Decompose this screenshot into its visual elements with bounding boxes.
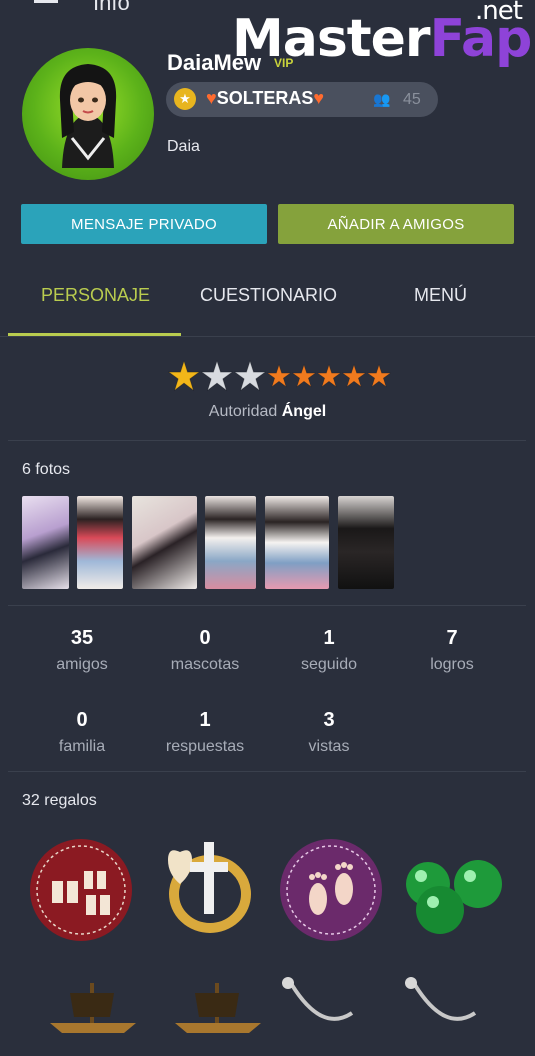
profile-status: Daia	[167, 138, 200, 155]
avatar-character-icon	[59, 64, 117, 168]
vip-badge: VIP	[274, 56, 294, 70]
watermark-master: Master	[232, 9, 431, 69]
authority-value: Ángel	[281, 403, 327, 420]
star-orange-icon	[317, 364, 341, 388]
gift-box-icon[interactable]	[28, 837, 134, 943]
authority-stars	[168, 360, 392, 392]
ship-icon[interactable]	[40, 950, 146, 1056]
photo-thumbnail[interactable]	[77, 496, 123, 589]
star-orange-icon	[267, 364, 291, 388]
private-message-button[interactable]: MENSAJE PRIVADO	[21, 204, 267, 244]
star-orange-icon	[367, 364, 391, 388]
stat-label: mascotas	[170, 656, 240, 673]
club-name-wrapper: ♥SOLTERAS♥	[206, 88, 324, 109]
stat-label: respuestas	[165, 738, 245, 755]
stat-value: 7	[446, 627, 458, 649]
star-silver-icon	[201, 360, 233, 392]
stat-seguido[interactable]: 1 seguido	[269, 627, 389, 674]
star-orange-icon	[342, 364, 366, 388]
stat-value: 0	[76, 709, 88, 731]
star-silver-icon	[234, 360, 266, 392]
photo-thumbnail[interactable]	[205, 496, 256, 589]
club-badge[interactable]: ★ ♥SOLTERAS♥ 👥 45	[166, 82, 438, 117]
star-orange-icon	[292, 364, 316, 388]
watermark-net: .net	[475, 0, 523, 26]
photos-label[interactable]: 6 fotos	[22, 461, 70, 479]
divider	[8, 440, 526, 442]
club-members-count: 45	[403, 91, 421, 108]
photo-thumbnail[interactable]	[338, 496, 394, 589]
club-name: SOLTERAS	[216, 88, 314, 108]
authority-label: Autoridad	[208, 403, 278, 420]
stat-label: vistas	[308, 738, 350, 755]
tab-cuestionario[interactable]: CUESTIONARIO	[200, 285, 337, 306]
stat-label: logros	[430, 656, 474, 673]
footprints-icon[interactable]	[278, 837, 384, 943]
divider	[8, 771, 526, 773]
heart-icon: ♥	[313, 88, 325, 108]
stat-vistas[interactable]: 3 vistas	[269, 709, 389, 756]
ring-cross-icon[interactable]	[150, 832, 256, 938]
star-icon: ★	[174, 88, 196, 110]
username: DaiaMew	[167, 50, 262, 75]
stat-value: 3	[323, 709, 335, 731]
divider	[8, 605, 526, 607]
photo-thumbnail[interactable]	[265, 496, 329, 589]
page-title: Info	[93, 0, 130, 15]
necklace-icon[interactable]	[395, 950, 501, 1056]
menu-icon[interactable]	[34, 0, 58, 9]
tab-personaje[interactable]: PERSONAJE	[41, 285, 150, 306]
necklace-icon[interactable]	[272, 950, 378, 1056]
authority-line: Autoridad Ángel	[0, 403, 535, 421]
star-gold-icon	[168, 360, 200, 392]
avatar[interactable]	[22, 48, 154, 180]
ship-icon[interactable]	[165, 950, 271, 1056]
heart-icon: ♥	[206, 88, 217, 108]
stat-value: 0	[199, 627, 211, 649]
stat-value: 1	[323, 627, 335, 649]
photo-thumbnail[interactable]	[132, 496, 197, 589]
stat-respuestas[interactable]: 1 respuestas	[145, 709, 265, 756]
stat-value: 1	[199, 709, 211, 731]
stat-familia[interactable]: 0 familia	[22, 709, 142, 756]
stat-mascotas[interactable]: 0 mascotas	[145, 627, 265, 674]
photo-thumbnail[interactable]	[22, 496, 69, 589]
stat-logros[interactable]: 7 logros	[392, 627, 512, 674]
profile-tabs: PERSONAJE CUESTIONARIO MENÚ	[0, 265, 535, 337]
stat-label: familia	[58, 738, 106, 755]
gifts-label[interactable]: 32 regalos	[22, 792, 97, 810]
green-pearls-icon[interactable]	[398, 840, 504, 946]
stat-amigos[interactable]: 35 amigos	[22, 627, 142, 674]
tabs-divider	[0, 336, 535, 337]
members-icon: 👥	[373, 91, 391, 107]
add-friend-button[interactable]: AÑADIR A AMIGOS	[278, 204, 514, 244]
stat-label: amigos	[56, 656, 108, 673]
stat-value: 35	[70, 627, 94, 649]
stat-label: seguido	[300, 656, 358, 673]
tab-menu[interactable]: MENÚ	[414, 285, 467, 306]
